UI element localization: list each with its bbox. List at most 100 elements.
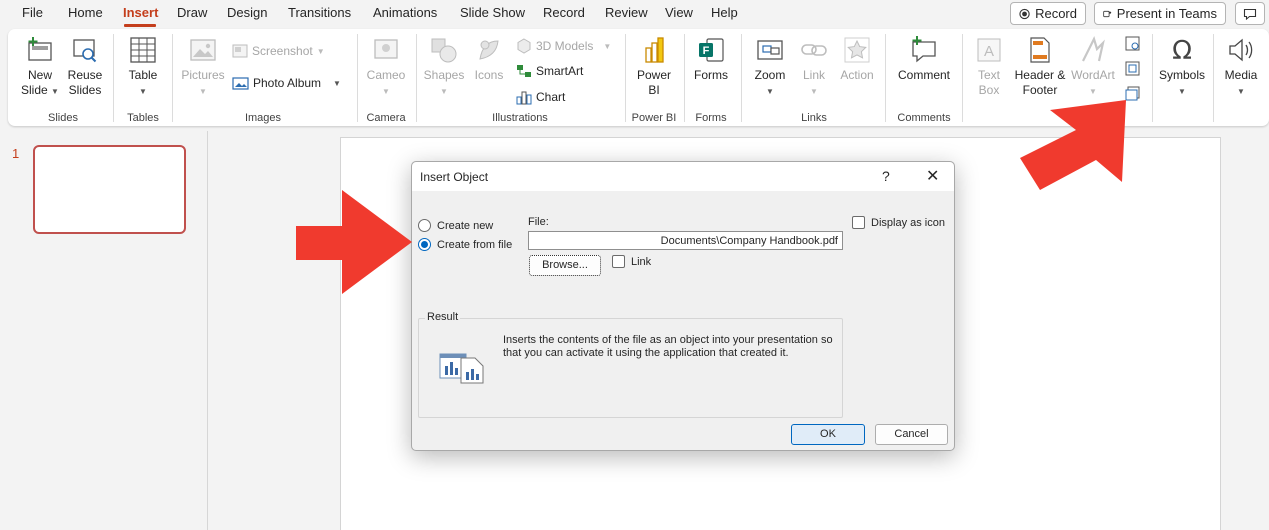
browse-button[interactable]: Browse... — [529, 255, 601, 276]
tab-design[interactable]: Design — [227, 5, 267, 20]
reuse-slides-label: Reuse Slides — [67, 68, 103, 97]
tables-group-label: Tables — [127, 112, 159, 124]
create-new-label[interactable]: Create new — [437, 220, 493, 232]
tab-home[interactable]: Home — [68, 5, 103, 20]
comment-button[interactable]: Comment — [892, 35, 956, 83]
slide-thumbnail[interactable] — [33, 145, 186, 234]
text-box-icon: A — [977, 38, 1001, 62]
tab-view[interactable]: View — [665, 5, 693, 20]
tab-transitions[interactable]: Transitions — [288, 5, 351, 20]
symbols-label: Symbols — [1158, 68, 1205, 82]
photo-album-button[interactable]: Photo Album ▼ — [232, 76, 341, 90]
create-new-radio[interactable] — [418, 219, 431, 232]
text-box-label: Text Box — [977, 68, 1000, 97]
pictures-button[interactable]: Pictures ▼ — [179, 35, 227, 99]
media-label: Media — [1224, 68, 1258, 82]
text-box-button[interactable]: A Text Box — [970, 35, 1008, 98]
speaker-icon — [1229, 38, 1253, 62]
forms-button[interactable]: F Forms — [690, 35, 732, 83]
chart-label: Chart — [536, 90, 566, 104]
comments-button[interactable] — [1235, 2, 1265, 25]
new-slide-button[interactable]: New Slide ▼ — [20, 35, 60, 99]
file-path-input[interactable]: Documents\Company Handbook.pdf — [528, 231, 843, 250]
link-label: Link — [802, 68, 825, 82]
present-in-teams-label: Present in Teams — [1116, 6, 1217, 21]
embedded-object-icon — [439, 353, 484, 384]
group-separator — [172, 34, 173, 122]
link-button[interactable]: Link ▼ — [796, 35, 832, 99]
action-button[interactable]: Action — [837, 35, 877, 83]
display-as-icon-checkbox[interactable] — [852, 216, 865, 229]
forms-label: Forms — [694, 68, 728, 82]
symbols-button[interactable]: Ω Symbols ▼ — [1156, 35, 1208, 99]
present-in-teams-button[interactable]: Present in Teams — [1094, 2, 1226, 25]
tab-record[interactable]: Record — [543, 5, 585, 20]
group-separator — [684, 34, 685, 122]
link-icon — [801, 44, 827, 56]
close-icon[interactable]: ✕ — [926, 166, 939, 186]
record-icon — [1019, 8, 1030, 19]
forms-group-label: Forms — [695, 112, 727, 124]
file-label: File: — [528, 216, 549, 228]
omega-icon: Ω — [1172, 36, 1192, 65]
tab-review[interactable]: Review — [605, 5, 648, 20]
links-group-label: Links — [801, 112, 827, 124]
zoom-label: Zoom — [754, 68, 786, 82]
link-checkbox[interactable] — [612, 255, 625, 268]
tab-draw[interactable]: Draw — [177, 5, 207, 20]
forms-icon: F — [699, 38, 724, 62]
ok-button[interactable]: OK — [791, 424, 865, 445]
screenshot-button[interactable]: Screenshot ▼ — [232, 44, 325, 58]
header-footer-label: Header & Footer — [1014, 68, 1066, 97]
zoom-button[interactable]: Zoom ▼ — [750, 35, 790, 99]
active-tab-indicator — [124, 24, 156, 27]
group-separator — [1213, 34, 1214, 122]
chart-button[interactable]: Chart — [516, 89, 565, 105]
shapes-button[interactable]: Shapes ▼ — [422, 35, 466, 99]
dialog-title: Insert Object — [420, 170, 489, 184]
group-separator — [625, 34, 626, 122]
shapes-icon — [431, 38, 457, 63]
power-bi-button[interactable]: Power BI — [632, 35, 676, 98]
tab-insert[interactable]: Insert — [123, 5, 158, 20]
new-slide-icon — [28, 37, 52, 61]
group-separator — [416, 34, 417, 122]
tab-help[interactable]: Help — [711, 5, 738, 20]
reuse-slides-button[interactable]: Reuse Slides — [66, 35, 104, 98]
slide-number-button[interactable] — [1123, 60, 1141, 81]
link-label[interactable]: Link — [631, 256, 651, 268]
svg-text:A: A — [984, 43, 994, 60]
annotation-arrow-up-right-icon — [1020, 100, 1126, 190]
pictures-icon — [190, 39, 216, 61]
3d-models-button[interactable]: 3D Models ▼ — [516, 38, 611, 54]
table-icon — [130, 37, 156, 63]
create-from-file-radio[interactable] — [418, 238, 431, 251]
tab-file[interactable]: File — [22, 5, 43, 20]
svg-text:Ω: Ω — [1172, 36, 1192, 65]
power-bi-label: Power BI — [636, 68, 671, 97]
cancel-button[interactable]: Cancel — [875, 424, 948, 445]
3d-models-icon — [517, 38, 531, 54]
display-as-icon-label[interactable]: Display as icon — [871, 217, 945, 229]
insert-object-dialog: Insert Object ? ✕ Create new Create from… — [411, 161, 955, 451]
record-button-label: Record — [1035, 6, 1077, 21]
group-separator — [357, 34, 358, 122]
wordart-label: WordArt — [1071, 68, 1115, 82]
date-time-button[interactable] — [1123, 35, 1141, 56]
comment-icon — [1243, 8, 1257, 20]
images-group-label: Images — [244, 112, 282, 124]
wordart-button[interactable]: WordArt ▼ — [1069, 35, 1117, 99]
teams-icon — [1103, 10, 1112, 17]
table-button[interactable]: Table ▼ — [122, 35, 164, 99]
cameo-button[interactable]: Cameo ▼ — [363, 35, 409, 99]
icons-button[interactable]: Icons — [469, 35, 509, 83]
header-footer-button[interactable]: Header & Footer — [1012, 35, 1068, 98]
tab-slide-show[interactable]: Slide Show — [460, 5, 525, 20]
record-button[interactable]: Record — [1010, 2, 1086, 25]
media-button[interactable]: Media ▼ — [1216, 35, 1266, 99]
smartart-button[interactable]: SmartArt — [516, 64, 583, 78]
help-button[interactable]: ? — [882, 168, 890, 184]
tab-animations[interactable]: Animations — [373, 5, 437, 20]
result-label: Result — [425, 311, 461, 323]
create-from-file-label[interactable]: Create from file — [437, 239, 512, 251]
